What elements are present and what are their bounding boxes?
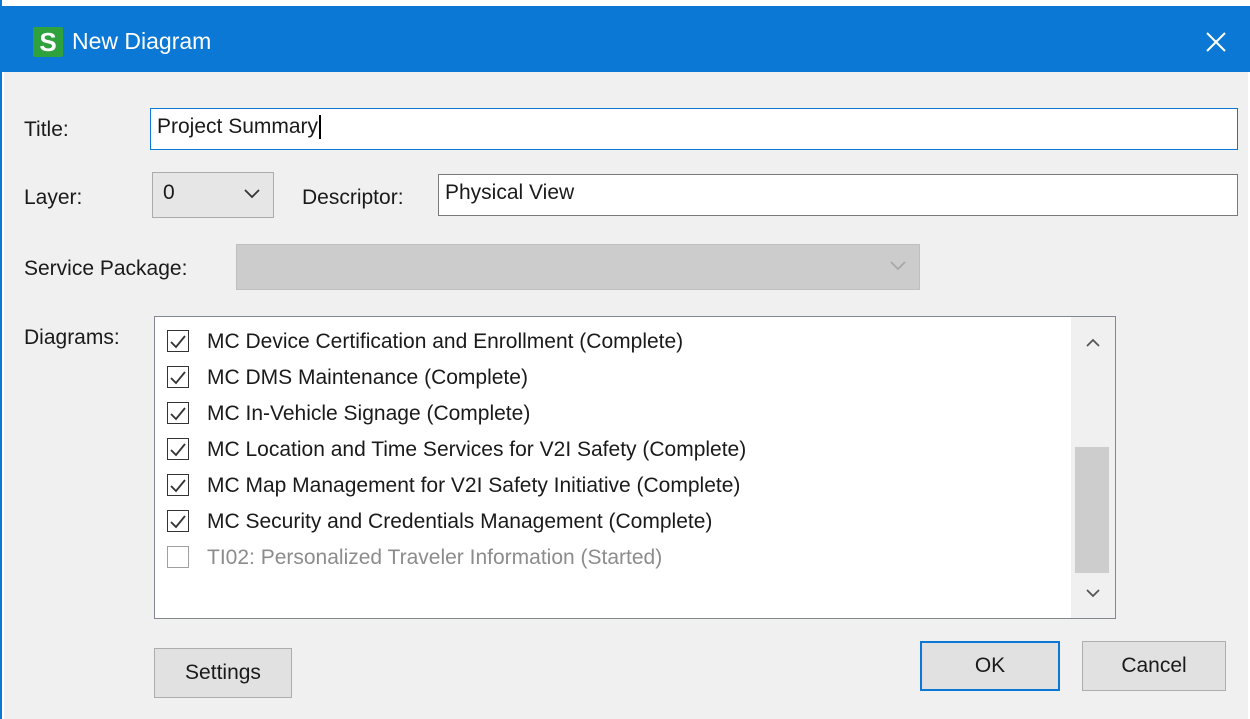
checkmark-icon — [170, 479, 186, 493]
checkmark-icon — [170, 407, 186, 421]
app-logo-icon: S — [33, 27, 63, 57]
chevron-down-icon[interactable] — [1083, 583, 1103, 603]
chevron-down-icon — [244, 189, 260, 199]
settings-button[interactable]: Settings — [154, 648, 292, 698]
service-package-label: Service Package: — [24, 257, 188, 280]
layer-select[interactable]: 0 — [152, 172, 274, 218]
title-label: Title: — [24, 118, 69, 141]
cancel-button[interactable]: Cancel — [1082, 641, 1226, 691]
vertical-scrollbar[interactable] — [1071, 317, 1115, 618]
checkbox[interactable] — [167, 438, 189, 460]
ok-button[interactable]: OK — [920, 641, 1060, 691]
descriptor-input-value: Physical View — [445, 181, 575, 204]
layer-label: Layer: — [24, 186, 83, 209]
title-input-value: Project Summary — [157, 115, 319, 138]
close-button[interactable] — [1190, 18, 1240, 64]
list-item-label: TI02: Personalized Traveler Information … — [207, 546, 663, 569]
checkmark-icon — [170, 371, 186, 385]
diagrams-label: Diagrams: — [24, 326, 120, 349]
title-input[interactable]: Project Summary — [150, 108, 1238, 150]
checkbox[interactable] — [167, 402, 189, 424]
list-item-label: MC Location and Time Services for V2I Sa… — [207, 438, 747, 461]
chevron-down-icon — [890, 261, 906, 271]
list-item-label: MC Security and Credentials Management (… — [207, 510, 713, 533]
checkmark-icon — [170, 443, 186, 457]
service-package-select[interactable] — [236, 244, 920, 290]
list-item-label: MC Map Management for V2I Safety Initiat… — [207, 474, 741, 497]
list-item-label: MC DMS Maintenance (Complete) — [207, 366, 528, 389]
title-bar[interactable]: S New Diagram — [0, 6, 1250, 72]
scrollbar-thumb[interactable] — [1075, 447, 1109, 573]
descriptor-label: Descriptor: — [302, 186, 404, 209]
close-icon — [1206, 32, 1226, 52]
diagrams-list[interactable]: MC Device Certification and Enrollment (… — [154, 316, 1116, 619]
chevron-up-icon[interactable] — [1083, 333, 1103, 353]
list-item-label: MC In-Vehicle Signage (Complete) — [207, 402, 531, 425]
descriptor-input[interactable]: Physical View — [438, 174, 1238, 216]
list-item-label: MC Device Certification and Enrollment (… — [207, 330, 684, 353]
dialog-client: Title: Project Summary Layer: 0 Descript… — [4, 72, 1248, 719]
checkbox[interactable] — [167, 510, 189, 532]
text-caret — [319, 115, 322, 140]
checkbox[interactable] — [167, 330, 189, 352]
layer-select-value: 0 — [163, 181, 175, 204]
checkbox[interactable] — [167, 474, 189, 496]
window-title: New Diagram — [72, 28, 212, 54]
checkbox[interactable] — [167, 546, 189, 568]
checkmark-icon — [170, 335, 186, 349]
checkbox[interactable] — [167, 366, 189, 388]
checkmark-icon — [170, 515, 186, 529]
